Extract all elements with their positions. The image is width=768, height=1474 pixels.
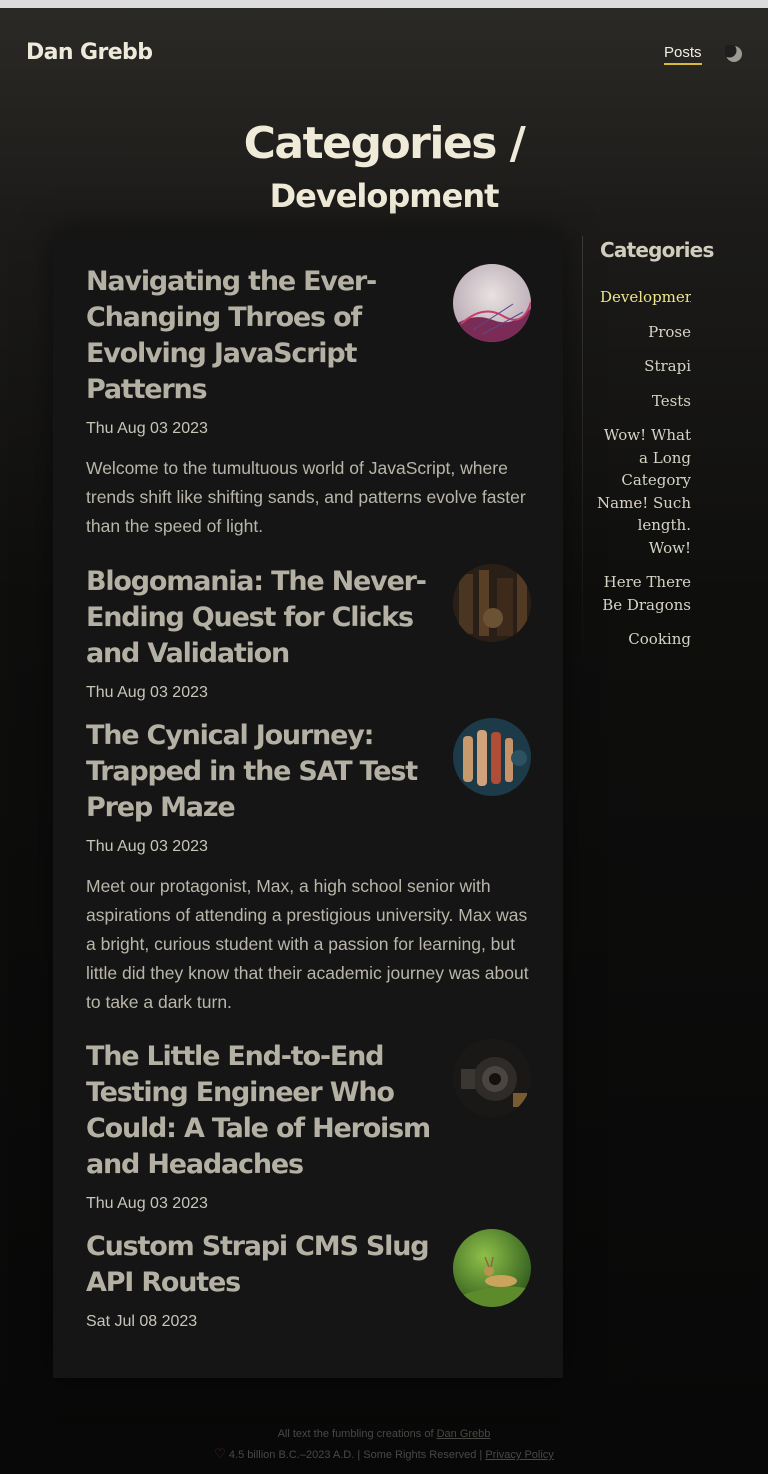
post-thumbnail[interactable] <box>453 718 531 796</box>
category-item-development[interactable]: Development <box>596 286 691 309</box>
post-date: Thu Aug 03 2023 <box>86 838 208 855</box>
categories-heading: Categories <box>600 238 714 262</box>
footer-rights-text: 4.5 billion B.C.–2023 A.D. | Some Rights… <box>228 1449 483 1461</box>
post-title[interactable]: Navigating the Ever-Changing Throes of E… <box>86 264 438 408</box>
page-title-category: Development <box>269 177 500 215</box>
post-item[interactable]: Navigating the Ever-Changing Throes of E… <box>86 264 531 541</box>
category-item-dragons[interactable]: Here There Be Dragons <box>596 571 691 616</box>
category-item-tests[interactable]: Tests <box>596 390 691 413</box>
post-excerpt: Meet our protagonist, Max, a high school… <box>86 876 529 1012</box>
post-title[interactable]: The Little End-to-End Testing Engineer W… <box>86 1039 438 1183</box>
post-excerpt: Welcome to the tumultuous world of JavaS… <box>86 458 526 536</box>
category-item-prose[interactable]: Prose <box>596 321 691 344</box>
post-item[interactable]: Blogomania: The Never-Ending Quest for C… <box>86 564 531 702</box>
footer-line-credits: All text the fumbling creations of Dan G… <box>0 1424 768 1444</box>
post-title[interactable]: Custom Strapi CMS Slug API Routes <box>86 1229 438 1301</box>
post-item[interactable]: Custom Strapi CMS Slug API Routes Sat Ju… <box>86 1229 531 1331</box>
post-item[interactable]: The Little End-to-End Testing Engineer W… <box>86 1039 531 1213</box>
site-brand-link[interactable]: Dan Grebb <box>26 40 153 65</box>
category-item-cooking[interactable]: Cooking <box>596 628 691 651</box>
post-item[interactable]: The Cynical Journey: Trapped in the SAT … <box>86 718 531 1017</box>
footer-author-link[interactable]: Dan Grebb <box>437 1428 491 1440</box>
post-thumbnail[interactable] <box>453 1229 531 1307</box>
footer-line-rights: ♡ 4.5 billion B.C.–2023 A.D. | Some Righ… <box>0 1444 768 1465</box>
categories-list: Development Prose Strapi Tests Wow! What… <box>596 286 691 663</box>
post-date: Thu Aug 03 2023 <box>86 1195 208 1212</box>
moon-icon[interactable] <box>722 43 743 63</box>
post-date: Sat Jul 08 2023 <box>86 1313 198 1330</box>
page-title-line1: Categories / <box>243 118 526 169</box>
post-thumbnail[interactable] <box>453 264 531 342</box>
post-title[interactable]: The Cynical Journey: Trapped in the SAT … <box>86 718 438 826</box>
post-list: Navigating the Ever-Changing Throes of E… <box>53 232 563 1378</box>
page-title: Categories / Development <box>0 116 768 218</box>
heart-icon: ♡ <box>214 1446 226 1461</box>
footer-privacy-link[interactable]: Privacy Policy <box>485 1449 553 1461</box>
category-item-long-name[interactable]: Wow! What a Long Category Name! Such len… <box>596 424 691 559</box>
post-title[interactable]: Blogomania: The Never-Ending Quest for C… <box>86 564 438 672</box>
footer: All text the fumbling creations of Dan G… <box>0 1424 768 1465</box>
nav-posts-link[interactable]: Posts <box>664 44 702 65</box>
post-thumbnail[interactable] <box>453 1039 531 1117</box>
post-date: Thu Aug 03 2023 <box>86 420 208 437</box>
browser-top-strip <box>0 0 768 8</box>
post-thumbnail[interactable] <box>453 564 531 642</box>
footer-credits-text: All text the fumbling creations of <box>277 1428 434 1440</box>
category-item-strapi[interactable]: Strapi <box>596 355 691 378</box>
post-date: Thu Aug 03 2023 <box>86 684 208 701</box>
sidebar-divider <box>582 236 583 656</box>
